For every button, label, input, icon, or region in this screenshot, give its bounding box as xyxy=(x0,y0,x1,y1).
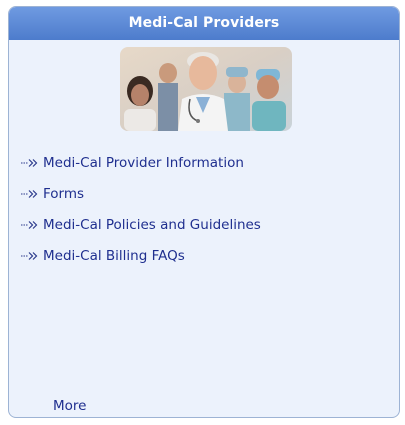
provider-links-list: Medi-Cal Provider Information Forms Medi… xyxy=(20,147,261,271)
list-item[interactable]: Medi-Cal Policies and Guidelines xyxy=(20,209,261,240)
policies-guidelines-link[interactable]: Medi-Cal Policies and Guidelines xyxy=(43,217,261,233)
billing-faqs-link[interactable]: Medi-Cal Billing FAQs xyxy=(43,248,185,264)
medical-staff-photo xyxy=(120,47,292,131)
provider-information-link[interactable]: Medi-Cal Provider Information xyxy=(43,155,244,171)
list-item[interactable]: Forms xyxy=(20,178,261,209)
double-chevron-right-icon xyxy=(21,189,38,198)
medi-cal-providers-panel: Medi-Cal Providers Medi-Cal Provider Inf… xyxy=(8,6,400,418)
double-chevron-right-icon xyxy=(21,220,38,229)
panel-title: Medi-Cal Providers xyxy=(9,7,399,40)
double-chevron-right-icon xyxy=(21,251,38,260)
list-item[interactable]: Medi-Cal Provider Information xyxy=(20,147,261,178)
double-chevron-right-icon xyxy=(21,158,38,167)
list-item[interactable]: Medi-Cal Billing FAQs xyxy=(20,240,261,271)
forms-link[interactable]: Forms xyxy=(43,186,84,202)
more-link[interactable]: More xyxy=(53,398,86,414)
